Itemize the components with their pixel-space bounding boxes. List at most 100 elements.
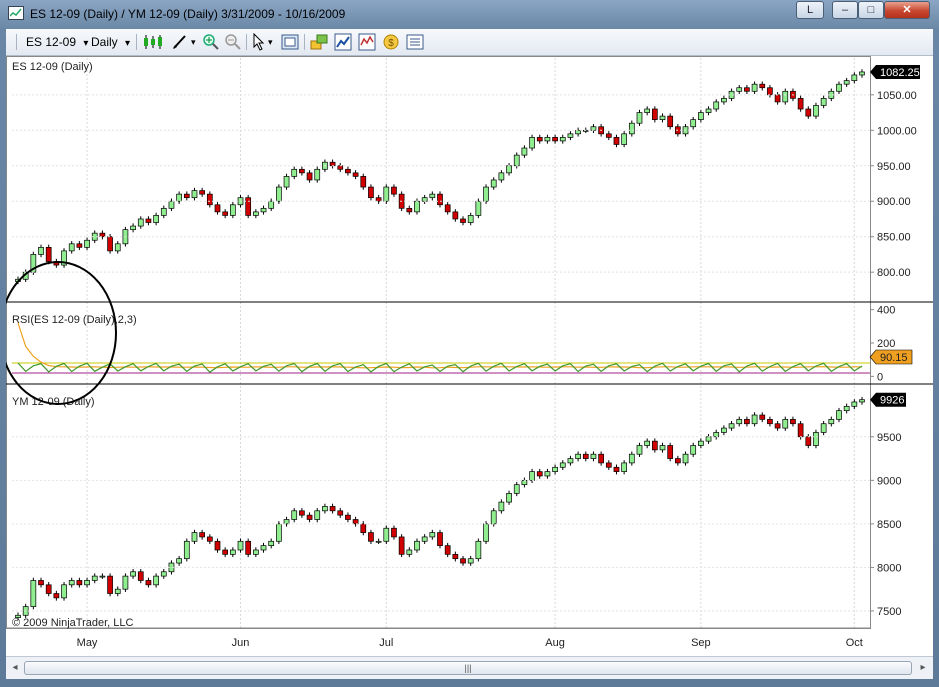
- es-candle: [183, 193, 190, 199]
- ym-candle: [590, 453, 597, 459]
- zoom-out-icon[interactable]: [224, 33, 242, 51]
- instrument-selector[interactable]: ES 12-09 ▾: [26, 33, 88, 51]
- es-candle: [68, 243, 75, 252]
- es-candle: [114, 243, 121, 252]
- ym-candle: [797, 423, 804, 438]
- es-candle: [529, 137, 535, 149]
- ym-candle: [352, 519, 359, 525]
- cursor-icon[interactable]: [252, 33, 266, 51]
- es-candle: [690, 119, 697, 128]
- strategies-icon[interactable]: [334, 33, 352, 51]
- ym-price-tick: 8500: [877, 519, 901, 531]
- ym-candle: [728, 423, 735, 429]
- ym-candle: [744, 419, 750, 425]
- rsi-tick: 400: [877, 305, 895, 317]
- ym-candle: [398, 536, 405, 555]
- ym-candle: [130, 571, 136, 577]
- es-candle: [721, 98, 727, 103]
- candlestick-style-icon[interactable]: [142, 34, 164, 50]
- properties-icon[interactable]: [406, 33, 424, 51]
- ym-candle: [253, 549, 259, 555]
- scroll-right-icon[interactable]: ▸: [916, 661, 930, 675]
- es-candle: [268, 200, 275, 209]
- es-candle: [651, 108, 658, 121]
- es-price-tick: 800.00: [877, 267, 911, 279]
- scrollbar-grip: |||: [464, 663, 472, 673]
- ym-candle: [805, 436, 812, 446]
- rsi-tick: 0: [877, 371, 883, 383]
- chevron-down-icon: ▾: [125, 38, 131, 49]
- es-candle: [744, 87, 750, 92]
- es-candle: [644, 108, 651, 113]
- es-candle: [782, 90, 789, 103]
- es-candle: [659, 115, 666, 121]
- es-candle: [506, 165, 512, 174]
- es-candle: [38, 246, 44, 255]
- ym-candle: [53, 593, 60, 599]
- ym-candle: [490, 510, 497, 525]
- ym-candle: [767, 419, 773, 425]
- scrollbar-thumb[interactable]: |||: [24, 661, 912, 675]
- es-candle: [406, 207, 413, 213]
- ym-candle: [322, 506, 328, 512]
- es-candle: [214, 204, 221, 213]
- horizontal-scrollbar[interactable]: ◂ ||| ▸: [6, 656, 933, 679]
- es-candle: [797, 98, 804, 110]
- es-candle: [460, 218, 466, 223]
- title-bar[interactable]: ES 12-09 (Daily) / YM 12-09 (Daily) 3/31…: [0, 0, 939, 28]
- indicators-icon[interactable]: [358, 33, 376, 51]
- drawing-tool-icon[interactable]: [171, 33, 189, 51]
- ym-candle: [475, 540, 482, 560]
- interval-selector[interactable]: Daily ▾: [91, 33, 130, 51]
- interval-label: Daily: [91, 35, 118, 49]
- es-candle: [383, 186, 390, 202]
- scroll-left-icon[interactable]: ◂: [8, 661, 22, 675]
- close-button[interactable]: ✕: [884, 1, 930, 19]
- es-candle: [467, 215, 474, 223]
- es-candle: [759, 83, 766, 89]
- es-candle: [843, 80, 850, 85]
- ym-candle: [843, 405, 850, 412]
- es-candle: [107, 236, 113, 252]
- ym-candle: [552, 466, 558, 472]
- es-candle: [368, 186, 374, 199]
- ym-candle: [460, 558, 466, 564]
- ym-candle: [698, 440, 704, 446]
- es-candle: [314, 168, 321, 181]
- minimize-button[interactable]: –: [832, 1, 858, 19]
- ym-candle: [851, 401, 858, 407]
- ym-candle: [268, 540, 275, 546]
- layout-button[interactable]: L: [796, 1, 824, 19]
- es-candle: [391, 186, 397, 195]
- es-candle: [767, 87, 773, 96]
- es-candle: [483, 186, 489, 202]
- ym-candle: [45, 584, 52, 594]
- data-box-icon[interactable]: [281, 33, 299, 51]
- chevron-down-icon[interactable]: ▾: [268, 33, 273, 51]
- ym-candle: [329, 506, 336, 512]
- ym-candle: [406, 549, 413, 555]
- ym-candle: [314, 510, 321, 520]
- maximize-button[interactable]: □: [858, 1, 884, 19]
- es-price-tick: 950.00: [877, 161, 911, 173]
- es-candle: [452, 211, 459, 220]
- ym-candle: [444, 545, 451, 555]
- ym-candle: [529, 471, 535, 481]
- chevron-down-icon[interactable]: ▾: [191, 33, 196, 51]
- zoom-in-icon[interactable]: [202, 33, 220, 51]
- ym-candle: [813, 432, 819, 446]
- chevron-down-icon: ▾: [83, 38, 89, 49]
- ym-candle: [437, 532, 443, 546]
- ym-candle: [229, 549, 236, 555]
- chart-canvas[interactable]: May Jun Jul Aug Sep Oct ES 12-09 (Daily) 1050.0…: [6, 56, 933, 656]
- chart-area[interactable]: May Jun Jul Aug Sep Oct ES 12-09 (Daily) 1050.0…: [6, 56, 933, 656]
- ym-candle: [836, 410, 842, 420]
- ym-candle: [291, 510, 298, 520]
- ym-candle: [368, 532, 374, 542]
- es-candle: [137, 218, 144, 227]
- ym-candle: [651, 440, 658, 451]
- ym-candle: [76, 580, 83, 586]
- instrument-change-icon[interactable]: [310, 33, 328, 51]
- ym-candle: [659, 445, 666, 451]
- currency-icon[interactable]: $: [382, 33, 400, 51]
